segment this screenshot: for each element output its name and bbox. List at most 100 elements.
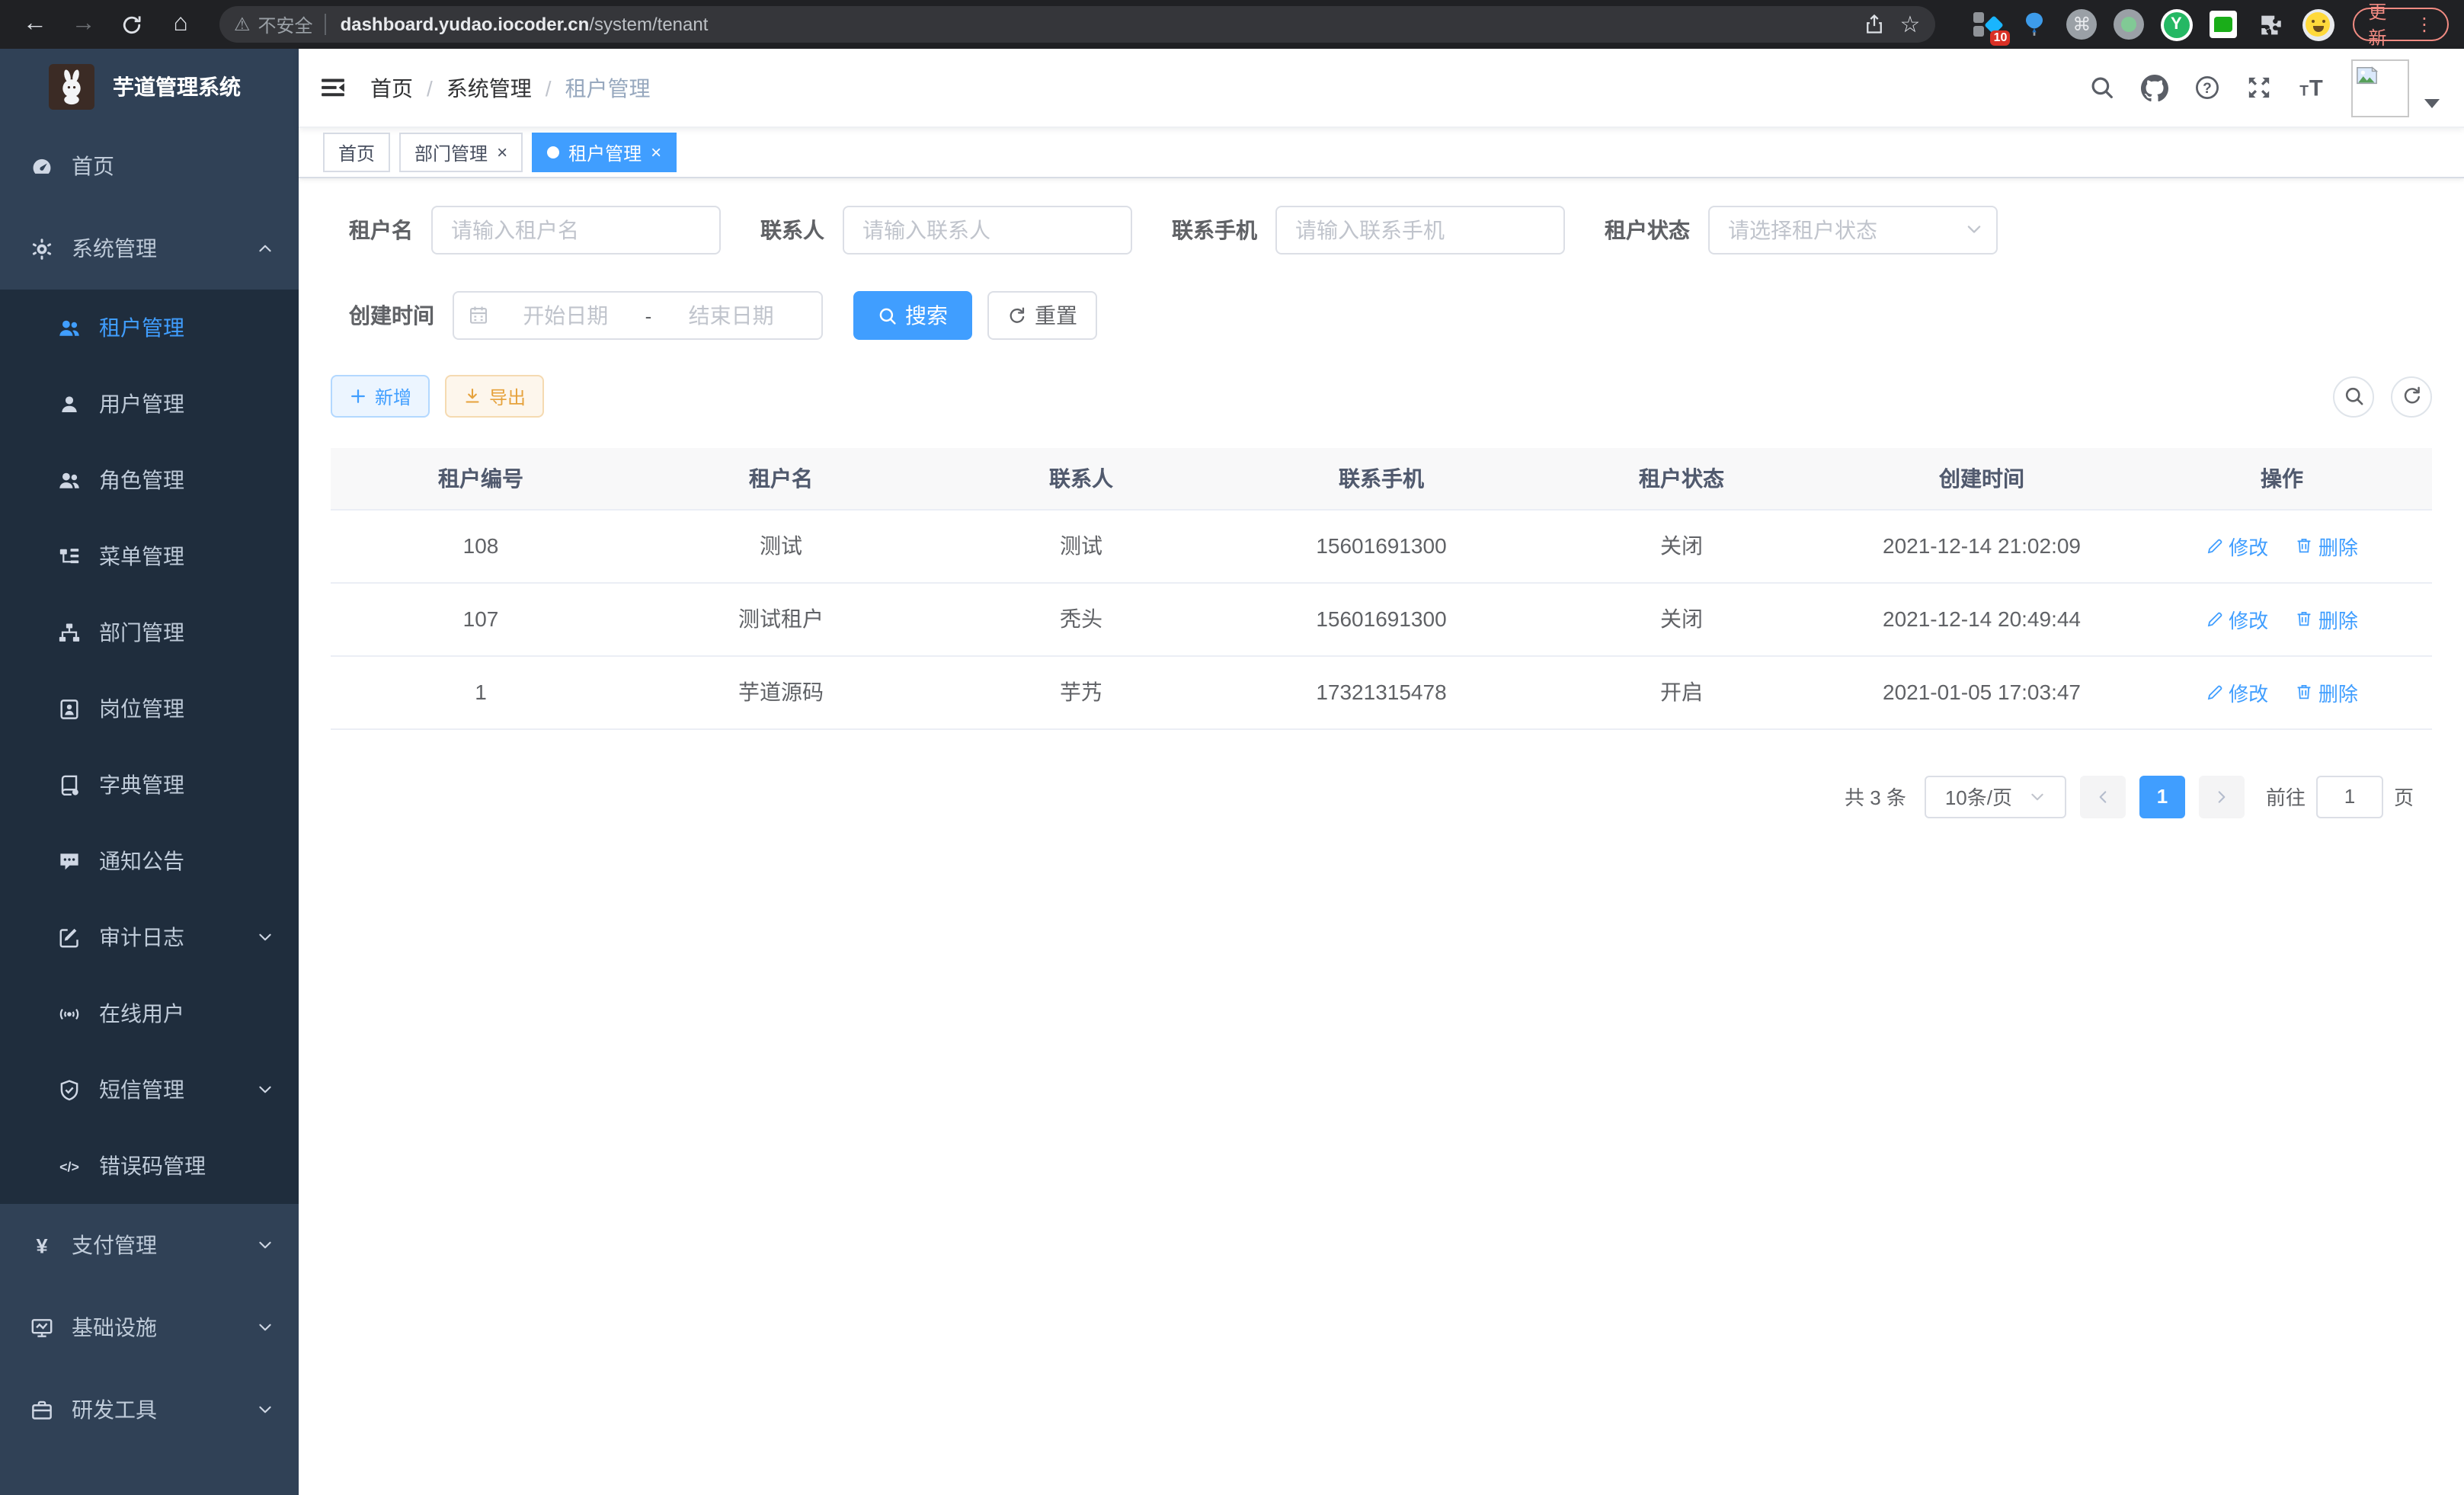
search-icon[interactable] <box>2089 75 2115 101</box>
chevron-down-icon <box>256 1236 274 1254</box>
font-size-icon[interactable] <box>2298 74 2325 101</box>
breadcrumb-home[interactable]: 首页 <box>370 72 413 103</box>
reset-button[interactable]: 重置 <box>987 291 1097 340</box>
top-navbar: 首页 / 系统管理 / 租户管理 <box>299 49 2464 128</box>
close-icon[interactable]: × <box>497 143 507 162</box>
broadcast-icon <box>58 1002 81 1025</box>
delete-button[interactable]: 删除 <box>2296 531 2358 560</box>
url-text[interactable]: dashboard.yudao.iocoder.cn/system/tenant <box>341 14 709 35</box>
sidebar-item-error-code-management[interactable]: 错误码管理 <box>0 1128 299 1204</box>
tab-home[interactable]: 首页 <box>323 133 390 172</box>
sidebar-item-online-users[interactable]: 在线用户 <box>0 975 299 1052</box>
sidebar-item-system-management[interactable]: 系统管理 <box>0 207 299 290</box>
extension-chat-icon[interactable] <box>2206 8 2240 41</box>
sidebar-item-dev-tools[interactable]: 研发工具 <box>0 1369 299 1451</box>
sidebar-item-user-management[interactable]: 用户管理 <box>0 366 299 442</box>
goto-page-input[interactable] <box>2316 775 2383 818</box>
sidebar-item-notice[interactable]: 通知公告 <box>0 823 299 899</box>
sidebar-item-home[interactable]: 首页 <box>0 125 299 207</box>
address-bar[interactable]: ⚠ 不安全 dashboard.yudao.iocoder.cn/system/… <box>219 6 1935 43</box>
contact-input[interactable] <box>843 206 1132 255</box>
edit-icon <box>58 926 81 949</box>
extensions-puzzle-icon[interactable] <box>2254 8 2287 41</box>
end-date-input[interactable] <box>654 303 808 328</box>
status-badge: 关闭 <box>1531 509 1832 582</box>
extension-yuque-icon[interactable]: Y <box>2159 8 2193 41</box>
browser-update-button[interactable]: 更新 ⋮ <box>2353 8 2449 41</box>
sidebar-item-tenant-management[interactable]: 租户管理 <box>0 290 299 366</box>
sidebar-item-dict-management[interactable]: 字典管理 <box>0 747 299 823</box>
sidebar-item-sms-management[interactable]: 短信管理 <box>0 1052 299 1128</box>
search-button[interactable]: 搜索 <box>853 291 972 340</box>
delete-button[interactable]: 删除 <box>2296 677 2358 706</box>
sidebar-logo[interactable]: 芋道管理系统 <box>0 49 299 125</box>
gear-icon <box>30 237 53 260</box>
browser-menu-icon[interactable]: ⋮ <box>2415 14 2434 35</box>
pencil-icon <box>2206 683 2224 701</box>
toggle-search-button[interactable] <box>2333 376 2374 417</box>
edit-button[interactable]: 修改 <box>2206 677 2268 706</box>
github-icon[interactable] <box>2141 74 2168 101</box>
add-button[interactable]: 新增 <box>331 375 430 418</box>
extension-record-icon[interactable] <box>2112 8 2146 41</box>
share-icon[interactable] <box>1863 14 1884 35</box>
chevron-right-icon <box>2213 787 2231 805</box>
user-menu[interactable] <box>2351 59 2440 117</box>
start-date-input[interactable] <box>489 303 642 328</box>
browser-reload-button[interactable] <box>113 5 152 44</box>
col-status: 租户状态 <box>1531 448 1832 509</box>
trash-icon <box>2296 610 2314 628</box>
extension-balloon-icon[interactable] <box>2018 8 2051 41</box>
sidebar-item-audit-log[interactable]: 审计日志 <box>0 899 299 975</box>
tenant-name-input[interactable] <box>431 206 721 255</box>
pagination: 共 3 条 10条/页 1 前往 页 <box>331 775 2414 818</box>
next-page-button[interactable] <box>2199 775 2245 818</box>
avatar[interactable] <box>2351 59 2409 117</box>
edit-button[interactable]: 修改 <box>2206 604 2268 633</box>
browser-home-button[interactable]: ⌂ <box>161 5 200 44</box>
sidebar-item-post-management[interactable]: 岗位管理 <box>0 671 299 747</box>
sidebar-item-pay-management[interactable]: 支付管理 <box>0 1204 299 1286</box>
extension-tabs-icon[interactable]: 10 <box>1970 8 2004 41</box>
breadcrumb-system-management[interactable]: 系统管理 <box>446 72 532 103</box>
tab-tenant-management[interactable]: 租户管理 × <box>532 133 677 172</box>
security-warning-icon[interactable]: ⚠ <box>234 14 251 35</box>
extension-badge: 10 <box>1991 30 2011 46</box>
mobile-input[interactable] <box>1275 206 1565 255</box>
page-1-button[interactable]: 1 <box>2139 775 2185 818</box>
sidebar-item-role-management[interactable]: 角色管理 <box>0 442 299 518</box>
fullscreen-icon[interactable] <box>2246 75 2272 101</box>
delete-button[interactable]: 删除 <box>2296 604 2358 633</box>
status-select[interactable] <box>1708 206 1998 255</box>
col-actions: 操作 <box>2132 448 2432 509</box>
org-chart-icon <box>58 621 81 644</box>
sidebar-item-dept-management[interactable]: 部门管理 <box>0 594 299 671</box>
browser-back-button[interactable]: ← <box>15 5 55 44</box>
bookmark-star-icon[interactable]: ☆ <box>1899 11 1920 38</box>
sidebar-toggle-icon[interactable] <box>320 75 346 101</box>
filter-form-row-2: 创建时间 - 搜索 重置 <box>331 291 2432 340</box>
refresh-table-button[interactable] <box>2391 376 2432 417</box>
sidebar-item-menu-management[interactable]: 菜单管理 <box>0 518 299 594</box>
security-label[interactable]: 不安全 <box>258 11 313 37</box>
page-size-select[interactable]: 10条/页 <box>1925 775 2066 818</box>
sidebar-item-infrastructure[interactable]: 基础设施 <box>0 1286 299 1369</box>
trash-icon <box>2296 683 2314 701</box>
help-icon[interactable] <box>2194 75 2220 101</box>
refresh-icon <box>2401 386 2422 407</box>
chevron-down-icon <box>256 1318 274 1337</box>
tenant-table: 租户编号 租户名 联系人 联系手机 租户状态 创建时间 操作 108 测试 <box>331 448 2432 729</box>
message-icon <box>58 850 81 872</box>
export-button[interactable]: 导出 <box>445 375 544 418</box>
col-tenant-name: 租户名 <box>631 448 931 509</box>
close-icon[interactable]: × <box>651 143 661 162</box>
prev-page-button[interactable] <box>2080 775 2126 818</box>
status-label: 租户状态 <box>1605 215 1690 245</box>
tab-dept-management[interactable]: 部门管理 × <box>399 133 523 172</box>
browser-forward-button[interactable]: → <box>64 5 104 44</box>
search-icon <box>878 306 898 325</box>
extension-command-icon[interactable]: ⌘ <box>2065 8 2098 41</box>
date-range-picker[interactable]: - <box>453 291 823 340</box>
extension-emoji-icon[interactable] <box>2301 8 2334 41</box>
edit-button[interactable]: 修改 <box>2206 531 2268 560</box>
